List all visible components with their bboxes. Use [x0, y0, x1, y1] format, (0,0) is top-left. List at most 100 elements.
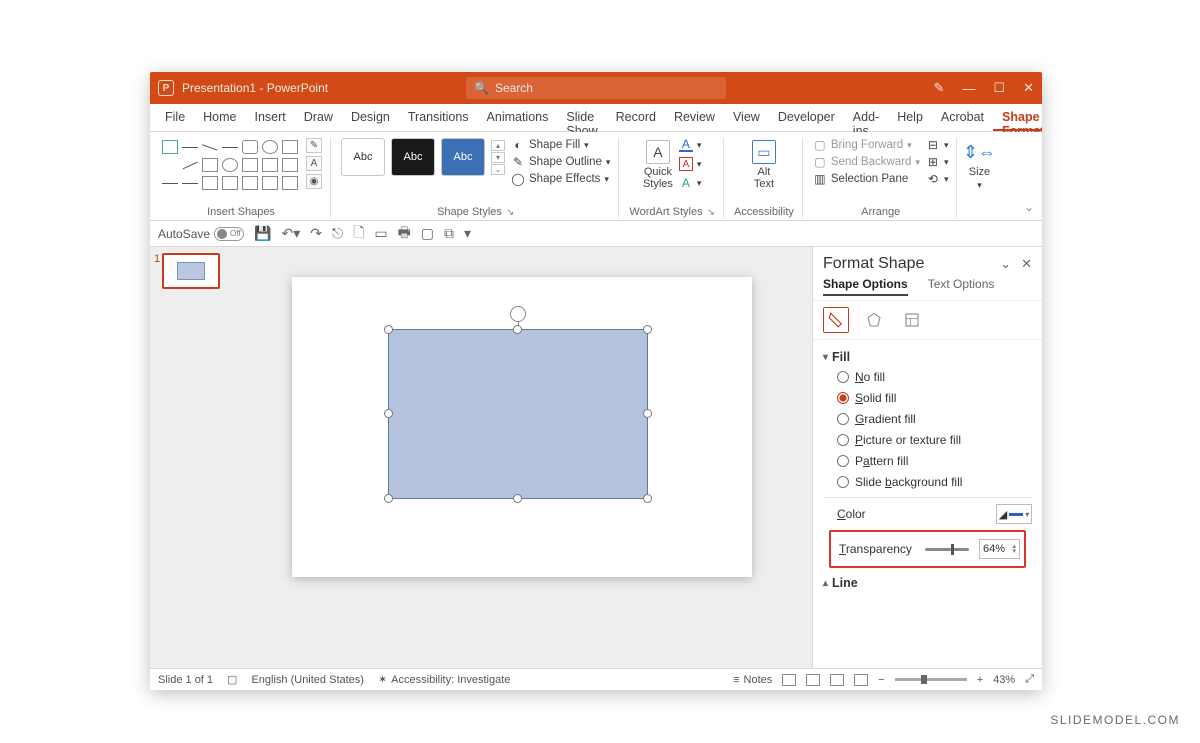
slide-canvas-area[interactable]: [232, 247, 812, 668]
text-fill-button[interactable]: A▾: [679, 138, 702, 152]
slide-indicator[interactable]: Slide 1 of 1: [158, 674, 213, 686]
shape-gallery[interactable]: [160, 138, 300, 193]
selection-pane-button[interactable]: ▥Selection Pane: [813, 172, 920, 186]
quick-styles-button[interactable]: A Quick Styles: [643, 138, 673, 190]
line-section-header[interactable]: ▸Line: [823, 576, 1032, 590]
resize-handle-sw[interactable]: [384, 494, 393, 503]
tab-draw[interactable]: Draw: [295, 104, 342, 131]
tab-acrobat[interactable]: Acrobat: [932, 104, 993, 131]
radio-slide-bg-fill[interactable]: Slide background fill: [837, 475, 1032, 489]
size-button[interactable]: ⇕⇔ Size▾: [967, 138, 991, 191]
zoom-slider[interactable]: [895, 678, 967, 681]
maximize-button[interactable]: ☐: [993, 80, 1005, 96]
shape-effects-button[interactable]: ◯Shape Effects▾: [511, 172, 610, 186]
edit-shape-button[interactable]: ✎: [306, 138, 322, 153]
tab-file[interactable]: File: [156, 104, 194, 131]
resize-handle-n[interactable]: [513, 325, 522, 334]
effects-icon[interactable]: [861, 307, 887, 333]
tab-help[interactable]: Help: [888, 104, 932, 131]
resize-handle-s[interactable]: [513, 494, 522, 503]
accessibility-status[interactable]: ✶ Accessibility: Investigate: [378, 673, 510, 686]
tab-developer[interactable]: Developer: [769, 104, 844, 131]
text-outline-button[interactable]: A▾: [679, 157, 702, 171]
undo-button[interactable]: ↶▾: [281, 225, 300, 242]
align-button[interactable]: ⊟▾: [926, 138, 949, 152]
radio-gradient-fill[interactable]: Gradient fill: [837, 412, 1032, 426]
qat-btn-6[interactable]: ⧉: [444, 225, 454, 242]
minimize-button[interactable]: —: [962, 81, 975, 96]
style-preset-3[interactable]: Abc: [441, 138, 485, 176]
tab-animations[interactable]: Animations: [478, 104, 558, 131]
resize-handle-ne[interactable]: [643, 325, 652, 334]
redo-button[interactable]: ↷: [310, 225, 322, 242]
resize-handle-e[interactable]: [643, 409, 652, 418]
size-properties-icon[interactable]: [899, 307, 925, 333]
radio-no-fill[interactable]: No fill: [837, 370, 1032, 384]
collapse-ribbon-button[interactable]: ⌄: [1024, 200, 1034, 214]
tab-shape-format[interactable]: Shape Format: [993, 104, 1042, 131]
resize-handle-se[interactable]: [643, 494, 652, 503]
qat-customize[interactable]: ▾: [464, 225, 471, 242]
tab-addins[interactable]: Add-ins: [844, 104, 888, 131]
tab-record[interactable]: Record: [607, 104, 665, 131]
slideshow-button[interactable]: [854, 674, 868, 686]
radio-solid-fill[interactable]: Solid fill: [837, 391, 1032, 405]
text-effects-button[interactable]: A▾: [679, 176, 702, 190]
tab-design[interactable]: Design: [342, 104, 399, 131]
text-box-button[interactable]: A: [306, 156, 322, 171]
save-button[interactable]: 💾: [254, 225, 271, 242]
close-button[interactable]: ✕: [1023, 80, 1034, 96]
qat-btn-2[interactable]: 🗋: [353, 222, 364, 246]
resize-handle-nw[interactable]: [384, 325, 393, 334]
tab-review[interactable]: Review: [665, 104, 724, 131]
qat-btn-5[interactable]: ▢: [421, 225, 434, 242]
send-backward-button[interactable]: ▢Send Backward▾: [813, 155, 920, 169]
radio-pattern-fill[interactable]: Pattern fill: [837, 454, 1032, 468]
fill-section-header[interactable]: ▾Fill: [823, 350, 1032, 364]
tab-transitions[interactable]: Transitions: [399, 104, 478, 131]
resize-handle-w[interactable]: [384, 409, 393, 418]
language-indicator[interactable]: English (United States): [251, 674, 364, 686]
normal-view-button[interactable]: [782, 674, 796, 686]
transparency-slider[interactable]: [925, 548, 969, 551]
fit-to-window-button[interactable]: ⤢: [1025, 673, 1034, 686]
radio-picture-fill[interactable]: Picture or texture fill: [837, 433, 1032, 447]
style-preset-2[interactable]: Abc: [391, 138, 435, 176]
style-preset-1[interactable]: Abc: [341, 138, 385, 176]
zoom-level[interactable]: 43%: [993, 674, 1015, 686]
qat-btn-1[interactable]: ⎋: [332, 225, 343, 242]
slide-thumbnail-1[interactable]: [162, 253, 220, 289]
pane-tab-shape-options[interactable]: Shape Options: [823, 277, 908, 296]
spell-check-icon[interactable]: ▢: [227, 673, 237, 686]
rotation-handle[interactable]: [510, 306, 526, 322]
tab-slide-show[interactable]: Slide Show: [557, 104, 606, 131]
shape-outline-button[interactable]: ✎Shape Outline▾: [511, 155, 610, 169]
group-button[interactable]: ⊞▾: [926, 155, 949, 169]
notes-button[interactable]: ≡ Notes: [733, 674, 772, 686]
pane-close-button[interactable]: ✕: [1021, 256, 1032, 272]
shape-fill-button[interactable]: ◐Shape Fill▾: [511, 138, 610, 152]
slide[interactable]: [292, 277, 752, 577]
alt-text-button[interactable]: ▭ Alt Text: [752, 138, 776, 190]
tab-insert[interactable]: Insert: [246, 104, 295, 131]
search-box[interactable]: 🔍 Search: [466, 77, 726, 99]
pane-tab-text-options[interactable]: Text Options: [928, 277, 995, 296]
merge-shapes-button[interactable]: ◉: [306, 174, 322, 189]
transparency-input[interactable]: 64% ▴▾: [979, 539, 1020, 559]
pen-icon[interactable]: ✎: [934, 80, 945, 96]
selected-rectangle-shape[interactable]: [388, 329, 648, 499]
pane-options-button[interactable]: ⌄: [1000, 256, 1011, 272]
zoom-out-button[interactable]: −: [878, 674, 884, 686]
zoom-in-button[interactable]: +: [977, 674, 983, 686]
tab-view[interactable]: View: [724, 104, 769, 131]
fill-line-icon[interactable]: [823, 307, 849, 333]
sorter-view-button[interactable]: [806, 674, 820, 686]
bring-forward-button[interactable]: ▢Bring Forward▾: [813, 138, 920, 152]
qat-btn-3[interactable]: ▭: [374, 225, 387, 242]
autosave-toggle[interactable]: Off: [214, 227, 244, 241]
tab-home[interactable]: Home: [194, 104, 245, 131]
style-gallery-scroll[interactable]: ▴▾⌄: [491, 140, 505, 175]
rotate-button[interactable]: ⟲▾: [926, 172, 949, 186]
fill-color-button[interactable]: ◢▾: [996, 504, 1032, 524]
reading-view-button[interactable]: [830, 674, 844, 686]
